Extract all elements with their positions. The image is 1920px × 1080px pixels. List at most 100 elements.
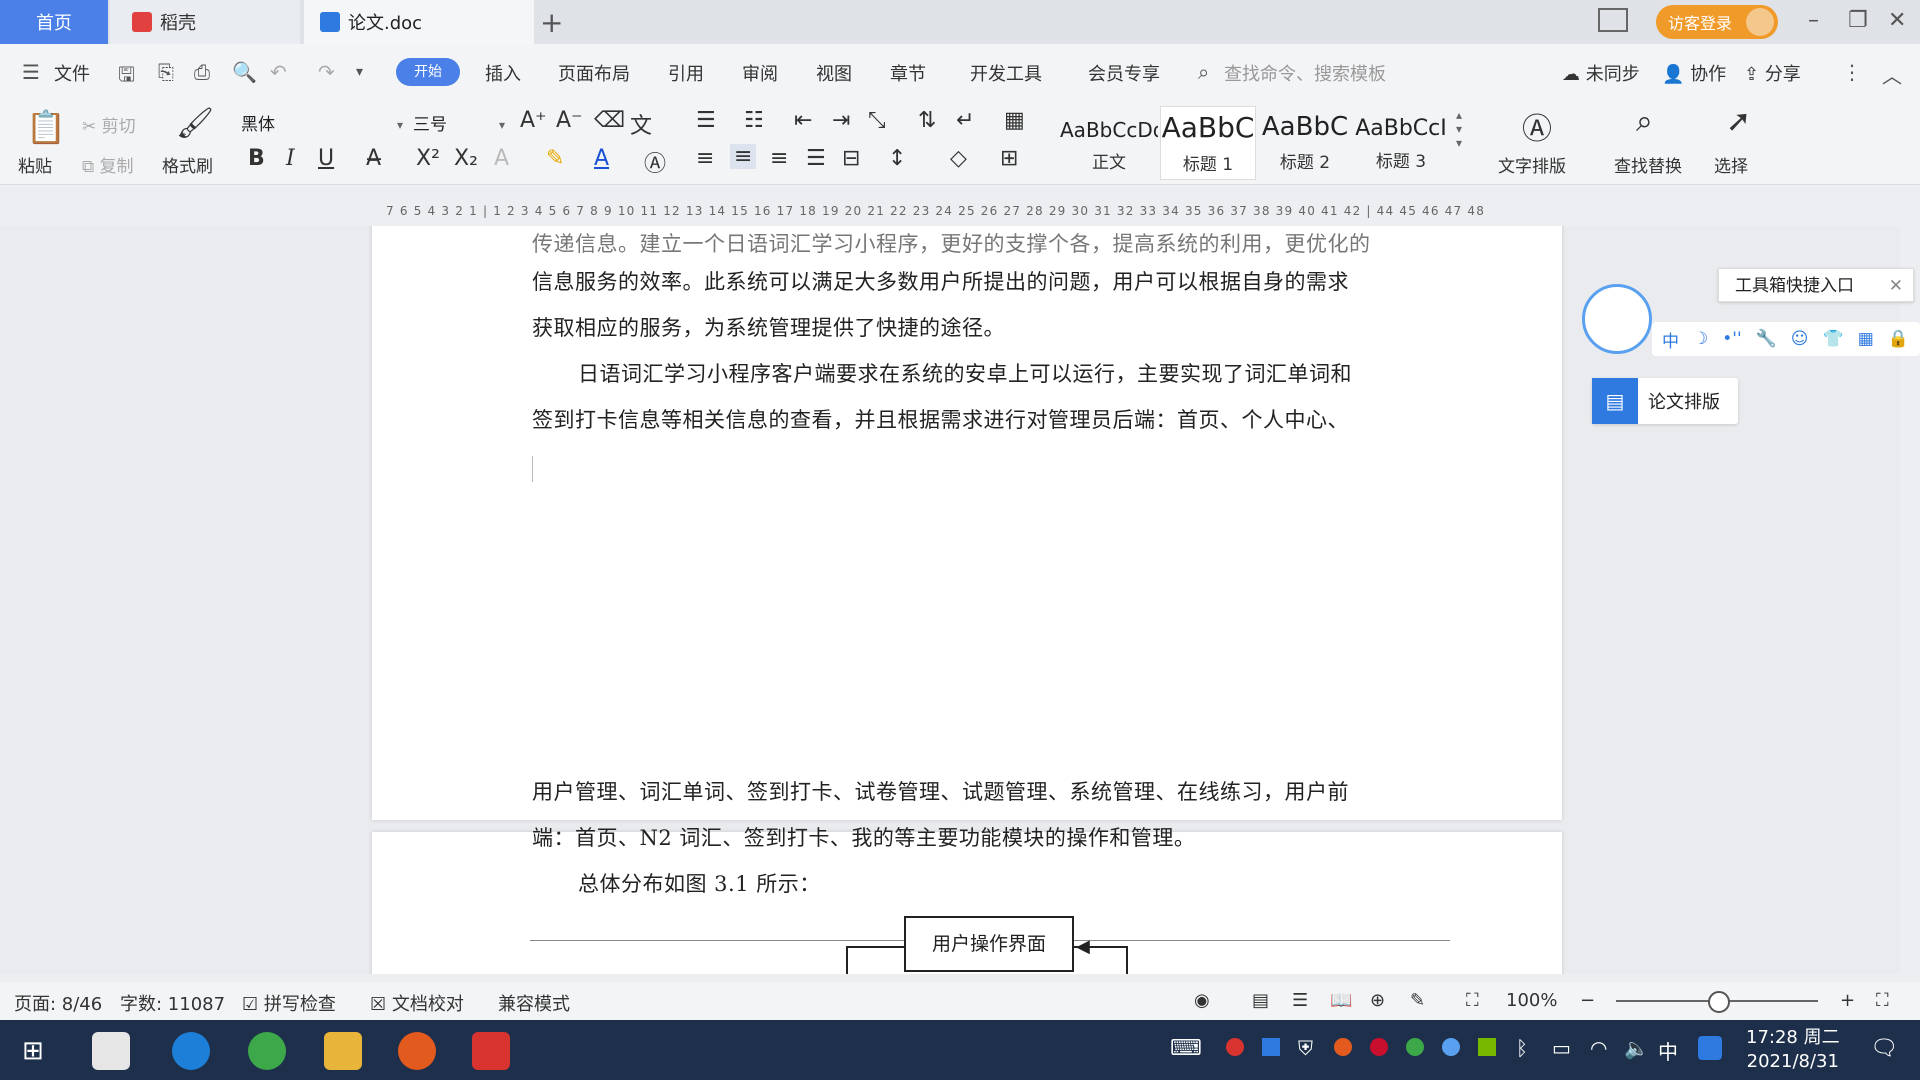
page-view-icon[interactable]: ▤ xyxy=(1252,990,1269,1011)
share-button[interactable]: ⇪ 分享 xyxy=(1744,60,1801,86)
style-heading-1[interactable]: AaBbC 标题 1 xyxy=(1160,106,1256,180)
style-heading-2[interactable]: AaBbC 标题 2 xyxy=(1258,106,1352,178)
align-left-icon[interactable]: ≡ xyxy=(696,146,714,171)
tray-app-icon[interactable] xyxy=(1406,1038,1424,1056)
zoom-level[interactable]: 100% xyxy=(1506,990,1557,1011)
zoom-in-icon[interactable]: + xyxy=(1840,990,1855,1011)
menu-file[interactable]: 文件 xyxy=(54,60,90,86)
tray-app-icon[interactable] xyxy=(1262,1038,1280,1056)
undo-icon[interactable]: ↶ xyxy=(270,60,287,84)
tray-keyboard-icon[interactable]: ⌨ xyxy=(1170,1036,1202,1061)
minimize-icon[interactable]: – xyxy=(1808,8,1819,33)
shield-icon[interactable]: ⛨ xyxy=(1298,1036,1313,1060)
shrink-font-icon[interactable]: A⁻ xyxy=(556,108,583,133)
find-replace-icon[interactable]: ⌕ xyxy=(1636,104,1653,139)
menu-dev-tools[interactable]: 开发工具 xyxy=(970,60,1042,86)
bold-icon[interactable]: B xyxy=(248,146,265,171)
battery-icon[interactable]: ▭ xyxy=(1552,1036,1571,1060)
tab-home[interactable]: 首页 xyxy=(0,0,108,44)
show-marks-icon[interactable]: ↵ xyxy=(956,108,974,133)
fullscreen-icon[interactable]: ⛶ xyxy=(1876,990,1889,1011)
menu-view[interactable]: 视图 xyxy=(816,60,852,86)
bluetooth-icon[interactable]: ᛒ xyxy=(1516,1036,1528,1060)
collapse-ribbon-icon[interactable]: ︿ xyxy=(1882,60,1902,89)
file-explorer-icon[interactable] xyxy=(324,1032,362,1070)
eye-protection-icon[interactable]: ◉ xyxy=(1194,990,1210,1011)
zoom-out-icon[interactable]: − xyxy=(1580,990,1595,1011)
customize-chevron-icon[interactable]: ▾ xyxy=(356,64,363,80)
tray-app-icon[interactable] xyxy=(1226,1038,1244,1056)
fit-page-icon[interactable]: ⛶ xyxy=(1466,990,1479,1011)
justify-icon[interactable]: ☰ xyxy=(806,146,826,171)
sync-button[interactable]: ☁ 未同步 xyxy=(1562,60,1640,86)
word-count[interactable]: 字数: 11087 xyxy=(120,990,225,1016)
menu-chapter[interactable]: 章节 xyxy=(890,60,926,86)
assistant-avatar[interactable] xyxy=(1582,284,1652,354)
wifi-icon[interactable]: ◠ xyxy=(1590,1036,1607,1060)
moon-icon[interactable]: ☽ xyxy=(1693,329,1708,349)
paste-button[interactable]: 粘贴 xyxy=(18,152,52,177)
font-color-icon[interactable]: A xyxy=(594,146,609,171)
close-icon[interactable]: ✕ xyxy=(1888,8,1906,33)
close-icon[interactable]: ✕ xyxy=(1889,269,1903,303)
text-layout-icon[interactable]: Ⓐ xyxy=(1522,104,1552,148)
clear-format-icon[interactable]: ⌫ xyxy=(594,108,625,133)
spell-check-button[interactable]: ☑ 拼写检查 xyxy=(242,990,336,1016)
input-mode-icon[interactable]: 中 xyxy=(1662,327,1679,352)
login-button[interactable]: 访客登录 xyxy=(1656,5,1778,39)
input-method-icon[interactable]: 中 xyxy=(1658,1036,1678,1065)
font-size-select[interactable]: 三号 ▾ xyxy=(412,110,510,140)
cut-button[interactable]: ✂ 剪切 xyxy=(82,112,136,137)
toolbox-tooltip[interactable]: 工具箱快捷入口 ✕ xyxy=(1718,268,1914,302)
print-icon[interactable]: ⎙ xyxy=(194,60,210,84)
italic-icon[interactable]: I xyxy=(286,146,295,171)
subscript-icon[interactable]: X₂ xyxy=(454,146,478,171)
tray-app-icon[interactable] xyxy=(1442,1038,1460,1056)
windows-start-icon[interactable]: ⊞ xyxy=(22,1036,44,1066)
distribute-icon[interactable]: ⊟ xyxy=(842,146,860,171)
char-border-icon[interactable]: Ⓐ xyxy=(644,146,666,178)
page-indicator[interactable]: 页面: 8/46 xyxy=(14,990,102,1016)
more-icon[interactable]: ⋮ xyxy=(1842,60,1862,84)
select-cursor-icon[interactable]: ➚ xyxy=(1726,104,1751,139)
text-layout-button[interactable]: 文字排版 xyxy=(1498,152,1566,177)
reading-view-icon[interactable]: 📖 xyxy=(1330,990,1352,1011)
web-view-icon[interactable]: ⊕ xyxy=(1370,990,1385,1011)
text-direction-icon[interactable]: ⤡ xyxy=(868,108,886,133)
find-replace-button[interactable]: 查找替换 xyxy=(1614,152,1682,177)
save-icon[interactable]: 🖫 xyxy=(118,60,135,94)
text-effect-icon[interactable]: A xyxy=(494,146,509,171)
wrench-icon[interactable]: 🔧 xyxy=(1756,329,1777,349)
numbered-list-icon[interactable]: ☷ xyxy=(744,108,764,133)
export-icon[interactable]: ⎘ xyxy=(158,60,174,84)
increase-indent-icon[interactable]: ⇥ xyxy=(832,108,850,133)
grid-icon[interactable]: ▦ xyxy=(1858,329,1874,349)
tray-q-icon[interactable] xyxy=(1698,1036,1722,1060)
sort-icon[interactable]: ⇅ xyxy=(918,108,936,133)
print-preview-icon[interactable]: 🔍 xyxy=(232,60,257,84)
highlight-icon[interactable]: ✎ xyxy=(546,146,564,171)
wps-writer-icon[interactable] xyxy=(472,1032,510,1070)
menu-insert[interactable]: 插入 xyxy=(485,60,521,86)
outline-view-icon[interactable]: ☰ xyxy=(1292,990,1308,1011)
menu-page-layout[interactable]: 页面布局 xyxy=(558,60,630,86)
menu-review[interactable]: 审阅 xyxy=(742,60,778,86)
menu-start[interactable]: 开始 xyxy=(396,58,460,86)
lock-icon[interactable]: 🔒 xyxy=(1888,329,1909,349)
menu-member[interactable]: 会员专享 xyxy=(1088,60,1160,86)
shading-icon[interactable]: ◇ xyxy=(950,146,967,171)
style-normal[interactable]: AaBbCcDd 正文 xyxy=(1060,106,1158,178)
assistant-toolbar[interactable]: 中 ☽ •'' 🔧 ☺ 👕 ▦ 🔒 xyxy=(1652,322,1920,356)
format-painter-icon[interactable]: 🖌 xyxy=(176,106,214,141)
new-tab-button[interactable]: + xyxy=(540,6,563,39)
tray-app-icon[interactable] xyxy=(1370,1038,1388,1056)
styles-more-icon[interactable]: ▴ ▾ ▾ xyxy=(1456,108,1462,150)
notification-icon[interactable]: 🗨 xyxy=(1870,1036,1898,1061)
font-name-select[interactable]: 黑体 ▾ xyxy=(240,110,408,140)
write-mode-icon[interactable]: ✎ xyxy=(1410,990,1425,1011)
zoom-slider-handle[interactable] xyxy=(1708,991,1730,1013)
skin-icon[interactable]: 👕 xyxy=(1823,329,1844,349)
bullet-list-icon[interactable]: ☰ xyxy=(696,108,716,133)
borders-icon[interactable]: ⊞ xyxy=(1000,146,1018,171)
menu-references[interactable]: 引用 xyxy=(668,60,704,86)
